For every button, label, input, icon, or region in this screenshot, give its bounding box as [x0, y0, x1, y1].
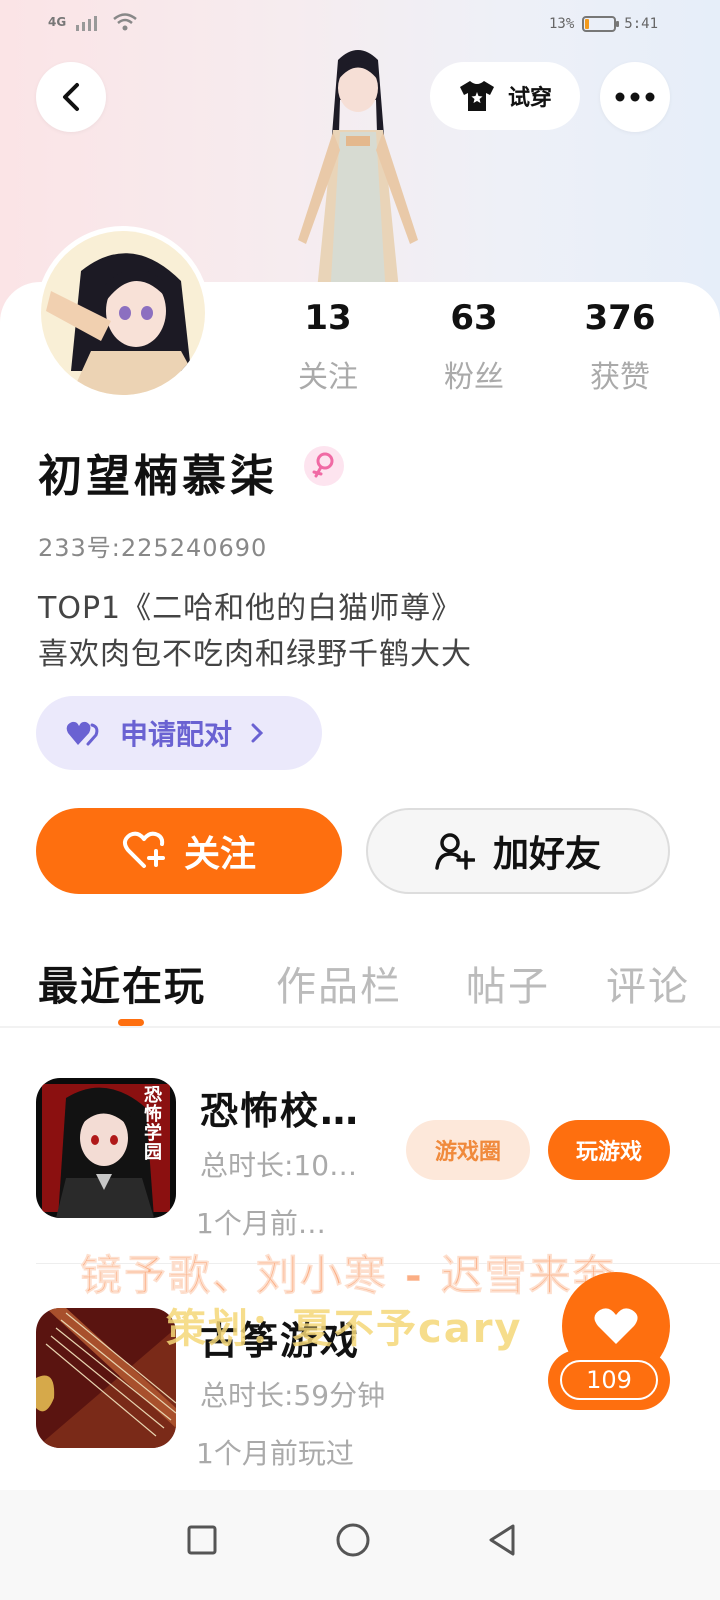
stat-likes[interactable]: 376 获赞 — [547, 298, 693, 396]
credit-overlay: 策划：夏不予cary — [166, 1306, 523, 1352]
home-button[interactable] — [323, 1510, 383, 1570]
game-icon-text: 恐怖学园 — [144, 1085, 162, 1163]
like-count: 109 — [560, 1360, 658, 1400]
play-duration: 总时长:10… — [200, 1149, 358, 1182]
game-icon-guzheng[interactable] — [36, 1308, 176, 1448]
try-on-button[interactable]: 试穿 — [430, 62, 580, 130]
stat-value: 63 — [450, 298, 498, 338]
system-nav-bar — [0, 1490, 720, 1600]
stat-label: 粉丝 — [444, 360, 504, 395]
game-icon-horror-school[interactable]: 恐怖学园 — [36, 1078, 176, 1218]
clock: 5:41 — [624, 16, 658, 32]
heart-pair-icon — [66, 721, 99, 746]
nickname: 初望楠慕柒 — [38, 451, 278, 502]
add-user-icon — [435, 833, 475, 870]
chevron-left-icon — [63, 83, 79, 111]
stat-value: 13 — [304, 298, 352, 338]
tab-works[interactable]: 作品栏 — [276, 954, 402, 1012]
battery-fill — [585, 19, 590, 29]
lyrics-overlay: 镜予歌、刘小寒 - 迟雪来奔 — [80, 1251, 617, 1301]
user-id[interactable]: 233号:225240690 — [38, 528, 267, 563]
try-on-label: 试穿 — [507, 86, 552, 111]
last-played: 1个月前… — [196, 1207, 326, 1240]
tabs-divider — [0, 1026, 720, 1028]
tshirt-icon — [459, 81, 494, 111]
bio-line: 喜欢肉包不吃肉和绿野千鹤大大 — [38, 637, 472, 672]
wifi-icon — [113, 13, 137, 31]
add-friend-button[interactable]: 加好友 — [366, 808, 670, 894]
back-button[interactable] — [36, 62, 106, 132]
battery-icon — [582, 16, 620, 32]
triangle-back-icon — [489, 1524, 515, 1556]
back-nav-button[interactable] — [472, 1510, 532, 1570]
stat-value: 376 — [584, 298, 656, 338]
play-duration: 总时长:59分钟 — [200, 1379, 386, 1412]
profile-stats: 13 关注 63 粉丝 376 获赞 — [255, 298, 695, 396]
stat-followers[interactable]: 63 粉丝 — [401, 298, 547, 396]
play-game-button[interactable]: 玩游戏 — [548, 1120, 670, 1180]
active-tab-indicator — [118, 1019, 144, 1026]
heart-icon — [594, 1308, 638, 1344]
avatar[interactable] — [36, 226, 210, 400]
female-gender-icon — [304, 446, 344, 486]
game-title: 恐怖校… — [200, 1089, 361, 1133]
add-friend-label: 加好友 — [492, 834, 601, 875]
bio-line: TOP1《二哈和他的白猫师尊》 — [38, 591, 463, 626]
pair-label: 申请配对 — [120, 718, 233, 751]
circle-icon — [336, 1523, 370, 1557]
request-pair-button[interactable]: 申请配对 — [36, 696, 322, 770]
last-played: 1个月前玩过 — [196, 1437, 354, 1470]
tab-posts[interactable]: 帖子 — [466, 954, 550, 1012]
like-count-badge: 109 — [548, 1350, 670, 1410]
stat-following[interactable]: 13 关注 — [255, 298, 401, 396]
square-icon — [187, 1525, 217, 1555]
chevron-right-icon — [251, 723, 264, 743]
tab-comments[interactable]: 评论 — [606, 954, 690, 1012]
game-circle-button[interactable]: 游戏圈 — [406, 1120, 530, 1180]
profile-tabs: 最近在玩 作品栏 帖子 评论 — [38, 954, 720, 1014]
heart-plus-icon — [122, 831, 165, 868]
status-bar: 4G 13% 5:41 — [0, 0, 720, 48]
stat-label: 获赞 — [590, 360, 650, 395]
follow-label: 关注 — [183, 834, 256, 875]
bio: TOP1《二哈和他的白猫师尊》 喜欢肉包不吃肉和绿野千鹤大大 — [38, 586, 472, 678]
more-options-button[interactable] — [600, 62, 670, 132]
more-dots-icon — [615, 92, 655, 102]
stat-label: 关注 — [298, 360, 358, 395]
follow-button[interactable]: 关注 — [36, 808, 342, 894]
battery-percent: 13% — [548, 16, 575, 32]
tab-recently-played[interactable]: 最近在玩 — [38, 954, 206, 1012]
list-item[interactable]: 恐怖学园 恐怖校… 总时长:10… 1个月前… 游戏圈 玩游戏 — [36, 1078, 686, 1240]
signal-icon — [76, 16, 98, 31]
avatar-image — [41, 231, 205, 395]
recent-apps-button[interactable] — [172, 1510, 232, 1570]
like-widget[interactable]: 109 — [548, 1272, 670, 1412]
network-label: 4G — [48, 15, 67, 29]
